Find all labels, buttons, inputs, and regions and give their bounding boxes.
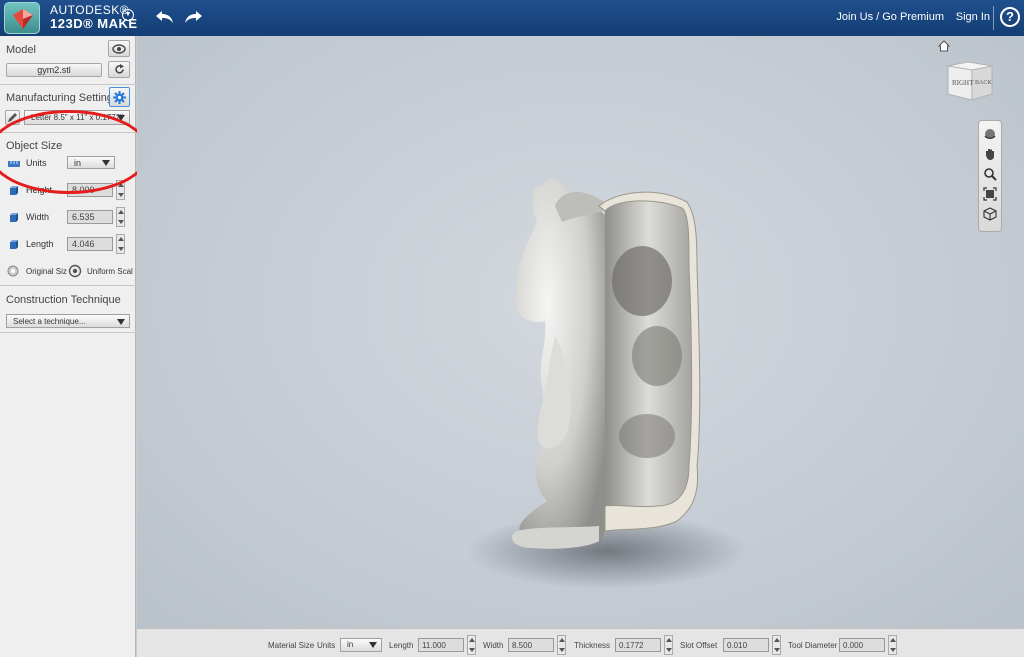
header-divider [993,6,994,30]
orbit-icon[interactable] [983,127,997,141]
pan-hand-icon[interactable] [983,147,997,161]
uniform-scale-label[interactable]: Uniform Scal [87,267,133,276]
tool-diameter-input[interactable]: 0.000 [839,638,885,652]
visibility-button[interactable] [108,40,130,57]
material-units-value: in [347,640,354,649]
original-size-label[interactable]: Original Siz [26,267,67,276]
material-thickness-label: Thickness [574,641,611,650]
technique-select[interactable]: Select a technique... [6,314,130,328]
gear-icon [113,91,126,104]
cube-face-right[interactable]: RIGHT [952,79,974,87]
material-thickness-stepper[interactable] [664,635,673,655]
material-units-select[interactable]: in [340,638,382,652]
undo-icon[interactable] [154,8,176,26]
material-width-label: Width [483,641,504,650]
slot-offset-label: Slot Offset [680,641,718,650]
redo-icon[interactable] [182,8,204,26]
construction-technique-title: Construction Technique [6,294,121,306]
width-stepper[interactable] [116,207,125,227]
material-length-stepper[interactable] [467,635,476,655]
slot-offset-input[interactable]: 0.010 [723,638,769,652]
width-label: Width [26,212,50,222]
app-logo-icon[interactable] [4,2,40,34]
3d-viewport[interactable]: RIGHT BACK [137,36,1024,628]
technique-placeholder: Select a technique... [13,317,86,326]
uniform-scale-icon[interactable] [68,264,82,278]
length-icon [10,240,18,249]
tool-diameter-label: Tool Diameter [788,641,838,650]
material-size-label: Material Size [268,641,315,650]
settings-button[interactable] [109,87,130,107]
cube-face-back[interactable]: BACK [975,80,992,86]
join-premium-link[interactable]: Join Us / Go Premium [836,11,944,23]
width-icon [10,213,18,222]
material-length-label: Length [389,641,414,650]
perspective-cube-icon[interactable] [983,207,997,221]
length-input[interactable]: 4.046 [67,237,113,251]
view-cube[interactable]: RIGHT BACK [944,54,996,104]
material-bar: Material Size Units in Length 11.000 Wid… [137,628,1024,657]
eye-icon [112,44,126,54]
section-divider [0,332,136,333]
width-input[interactable]: 6.535 [67,210,113,224]
fit-to-view-icon[interactable] [983,187,997,201]
annotation-highlight [0,110,150,194]
material-width-stepper[interactable] [557,635,566,655]
zoom-icon[interactable] [983,167,997,181]
brand-autodesk: AUTODESK® [50,3,130,17]
model-file-button[interactable]: gym2.stl [6,63,102,77]
section-divider [0,285,136,286]
material-length-input[interactable]: 11.000 [418,638,464,652]
height-icon [10,186,18,195]
material-thickness-input[interactable]: 0.1772 [615,638,661,652]
chevron-down-icon [117,319,125,325]
refresh-icon [114,64,124,74]
tool-diameter-stepper[interactable] [888,635,897,655]
manufacturing-settings-title: Manufacturing Settings [6,92,119,104]
chevron-down-icon [369,642,377,648]
help-icon[interactable]: ? [1000,7,1020,27]
material-units-label: Units [317,641,336,650]
model-title: Model [6,44,36,56]
slot-offset-stepper[interactable] [772,635,781,655]
home-icon[interactable] [938,40,950,52]
top-bar: AUTODESK® 123D® MAKE ▼ Join Us / Go Prem… [0,0,1024,36]
refresh-button[interactable] [108,61,130,78]
section-divider [0,84,136,85]
sign-in-link[interactable]: Sign In [956,11,990,23]
left-panel: Model gym2.stl Manufacturing Settings Le… [0,36,150,657]
length-stepper[interactable] [116,234,125,254]
model-render[interactable] [137,36,1024,628]
original-size-icon[interactable] [6,265,20,277]
navigation-bar [978,120,1002,232]
length-label: Length [26,239,54,249]
material-width-input[interactable]: 8.500 [508,638,554,652]
chevron-down-icon[interactable]: ▼ [122,9,134,21]
